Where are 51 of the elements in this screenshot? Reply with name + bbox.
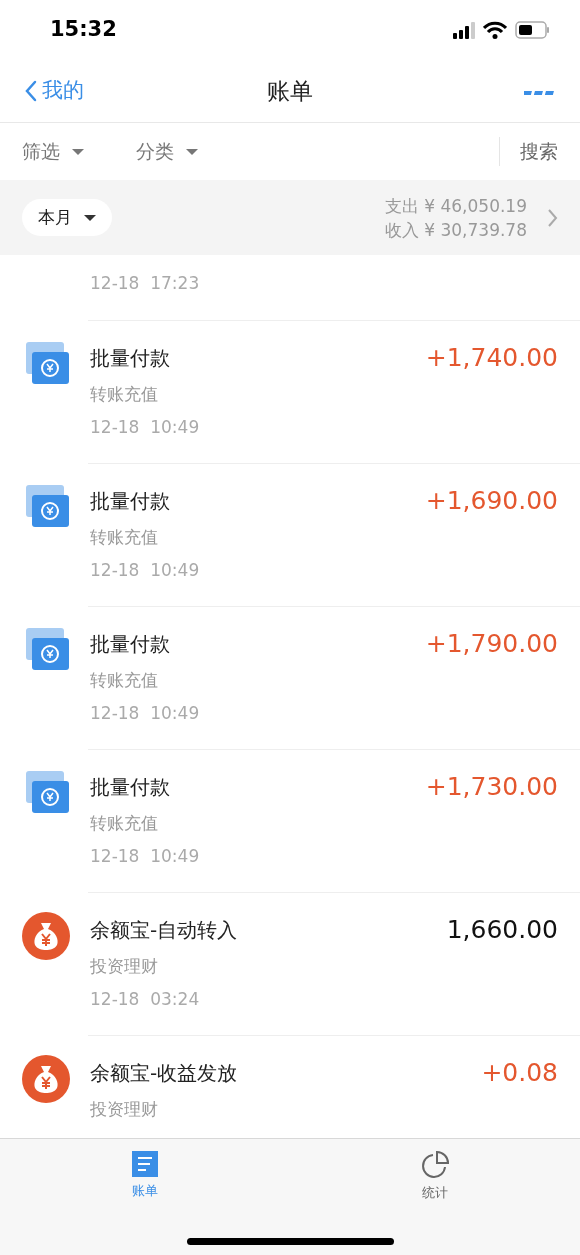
filter-dropdown[interactable]: 分类 <box>136 137 198 166</box>
caret-icon <box>72 148 84 155</box>
caret-icon <box>186 148 198 155</box>
search-button[interactable]: 搜索 <box>499 137 558 166</box>
caret-icon <box>84 214 96 221</box>
transaction-category: 转账充值 <box>90 383 158 406</box>
transaction-time: 12-18 10:49 <box>90 417 200 437</box>
transaction-amount: +1,690.00 <box>425 487 558 515</box>
back-icon <box>24 80 38 102</box>
transaction-title: 批量付款 <box>90 345 170 372</box>
transaction-row[interactable]: 批量付款 +1,690.00 转账充值 12-18 10:49 <box>0 463 580 606</box>
transaction-amount: +0.08 <box>481 1059 558 1087</box>
transaction-row[interactable]: 余额宝-自动转入 1,660.00 投资理财 12-18 03:24 <box>0 892 580 1035</box>
money-bag-icon <box>22 1055 70 1103</box>
transaction-category: 投资理财 <box>90 1098 158 1121</box>
month-dropdown[interactable]: 本月 <box>22 198 112 237</box>
pie-chart-icon <box>421 1151 449 1179</box>
transaction-row[interactable]: 余额宝-收益发放 +0.08 投资理财 <box>0 1035 580 1138</box>
transaction-time: 12-18 10:49 <box>90 846 200 866</box>
list-icon <box>132 1151 158 1177</box>
transaction-title: 余额宝-自动转入 <box>90 917 238 944</box>
transaction-time: 12-18 03:24 <box>90 989 200 1009</box>
page-title: 账单 <box>267 76 313 106</box>
transaction-category: 转账充值 <box>90 526 158 549</box>
income-total: 收入 ¥ 30,739.78 <box>384 218 527 242</box>
transaction-row[interactable]: 批量付款 +1,740.00 转账充值 12-18 10:49 <box>0 320 580 463</box>
chevron-right-icon <box>547 207 558 228</box>
tab-item[interactable]: 统计 <box>290 1139 580 1255</box>
money-bag-icon <box>22 912 70 960</box>
transaction-time: 12-18 17:23 <box>90 273 200 293</box>
transaction-amount: +1,790.00 <box>425 630 558 658</box>
filter-dropdown[interactable]: 筛选 <box>22 137 84 166</box>
status-time: 15:32 <box>50 16 117 44</box>
battery-icon <box>515 21 550 39</box>
transaction-amount: +1,740.00 <box>425 344 558 372</box>
transaction-time: 12-18 10:49 <box>90 703 200 723</box>
wifi-icon <box>483 21 507 39</box>
transaction-title: 批量付款 <box>90 488 170 515</box>
transaction-time: 12-18 10:49 <box>90 560 200 580</box>
transaction-row[interactable]: 批量付款 +1,790.00 转账充值 12-18 10:49 <box>0 606 580 749</box>
transaction-title: 余额宝-收益发放 <box>90 1060 238 1087</box>
transaction-category: 转账充值 <box>90 669 158 692</box>
transaction-category: 投资理财 <box>90 955 158 978</box>
signal-icon <box>453 21 475 39</box>
transaction-title: 批量付款 <box>90 631 170 658</box>
expense-total: 支出 ¥ 46,050.19 <box>384 194 527 218</box>
transaction-title: 批量付款 <box>90 774 170 801</box>
transaction-category: 转账充值 <box>90 812 158 835</box>
transaction-amount: 1,660.00 <box>446 916 558 944</box>
transaction-row[interactable]: 批量付款 +1,730.00 转账充值 12-18 10:49 <box>0 749 580 892</box>
transaction-amount: +1,730.00 <box>425 773 558 801</box>
